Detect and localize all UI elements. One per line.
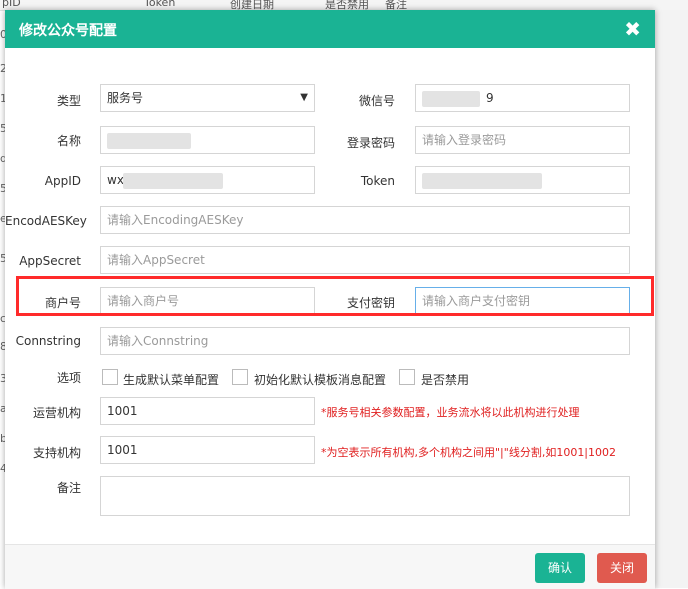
app-secret-label: AppSecret [19, 254, 81, 268]
appid-label: AppID [44, 174, 81, 188]
generate-menu-checkbox[interactable] [102, 369, 118, 385]
encoding-aes-key-input[interactable]: 请输入EncodingAESKey [100, 206, 630, 234]
appid-value: wx [107, 173, 124, 187]
redacted-blur [422, 91, 480, 107]
init-template-label: 初始化默认模板消息配置 [254, 373, 387, 387]
wechat-id-value: 9 [486, 91, 494, 105]
token-label: Token [360, 174, 395, 188]
app-secret-input[interactable]: 请输入AppSecret [100, 246, 630, 274]
remark-textarea[interactable] [100, 476, 630, 516]
operating-org-label: 运营机构 [32, 406, 81, 420]
token-input[interactable] [415, 166, 630, 194]
modal-header: 修改公众号配置 ✖ [5, 10, 655, 48]
highlight-annotation-box [16, 276, 654, 316]
name-label: 名称 [56, 134, 81, 148]
modal-title: 修改公众号配置 [19, 23, 117, 39]
init-template-checkbox[interactable] [232, 369, 248, 385]
bg-column-pid: pID [2, 0, 21, 9]
generate-menu-label: 生成默认菜单配置 [123, 373, 220, 387]
name-input[interactable] [100, 126, 315, 154]
appid-input[interactable]: wx [100, 166, 315, 194]
encoding-aes-key-label: EncodAESKey [5, 214, 87, 228]
redacted-blur [107, 133, 191, 149]
disabled-label: 是否禁用 [421, 373, 470, 387]
close-button[interactable]: 关闭 [597, 553, 647, 583]
type-select[interactable]: 服务号 ▼ [100, 84, 315, 112]
support-org-hint: *为空表示所有机构,多个机构之间用"|"线分割,如1001|1002 [321, 446, 617, 459]
redacted-blur [123, 173, 223, 189]
operating-org-hint: *服务号相关参数配置，业务流水将以此机构进行处理 [321, 406, 580, 419]
type-select-value: 服务号 [107, 91, 144, 105]
remark-label: 备注 [56, 481, 81, 495]
wechat-id-label: 微信号 [358, 94, 395, 108]
config-modal: 修改公众号配置 ✖ 类型 服务号 ▼ 微信号 9 名称 登录密码 请输入登录密码… [5, 10, 655, 589]
login-password-label: 登录密码 [346, 136, 395, 150]
confirm-button[interactable]: 确认 [535, 553, 585, 583]
support-org-label: 支持机构 [32, 446, 81, 460]
disabled-checkbox[interactable] [399, 369, 415, 385]
operating-org-input[interactable]: 1001 [100, 397, 315, 425]
modal-footer: 确认 关闭 [5, 544, 655, 589]
close-icon[interactable]: ✖ [624, 17, 641, 41]
bg-column-token: Token [144, 0, 176, 9]
modal-body: 类型 服务号 ▼ 微信号 9 名称 登录密码 请输入登录密码 AppID wx … [5, 48, 655, 544]
chevron-down-icon: ▼ [300, 92, 308, 103]
connstring-input[interactable]: 请输入Connstring [100, 327, 630, 355]
options-label: 选项 [56, 371, 81, 385]
connstring-label: Connstring [15, 334, 81, 348]
type-label: 类型 [56, 94, 81, 108]
login-password-input[interactable]: 请输入登录密码 [415, 126, 630, 154]
redacted-blur [422, 173, 542, 189]
background-right-strip [655, 10, 688, 588]
support-org-input[interactable]: 1001 [100, 436, 315, 464]
wechat-id-input[interactable]: 9 [415, 84, 630, 112]
